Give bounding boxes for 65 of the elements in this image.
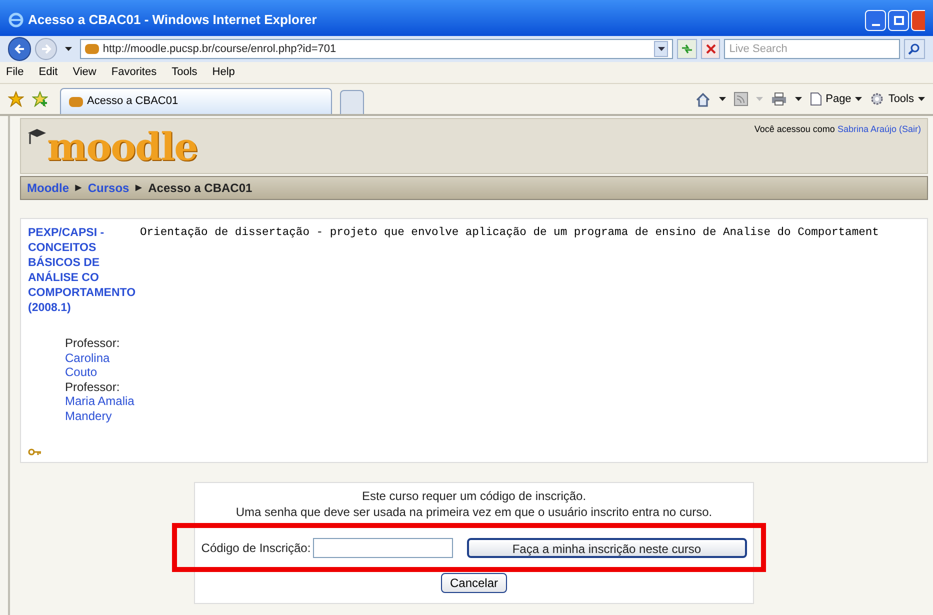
search-button[interactable] [904, 39, 925, 59]
dropdown-caret-icon[interactable] [794, 97, 802, 101]
close-button[interactable] [911, 10, 925, 30]
gear-icon [870, 92, 884, 106]
menu-item[interactable]: Edit [38, 64, 58, 81]
logout-link[interactable]: (Sair) [899, 124, 921, 134]
enrol-message-text: Este curso requer um código de inscrição. [362, 488, 586, 504]
breadcrumb-separator: ► [133, 180, 144, 196]
dropdown-caret-icon[interactable] [718, 97, 726, 101]
enrol-submit-button[interactable]: Faça a minha inscrição neste curso [466, 538, 747, 558]
breadcrumb-separator: ► [73, 180, 84, 196]
browser-icon [8, 12, 24, 28]
site-favicon [69, 96, 83, 106]
minimize-button[interactable] [865, 10, 886, 30]
course-name-link[interactable]: PEXP/CAPSI - CONCEITOS BÁSICOS DE ANÁLISE CO COMPORTAMENTO (2008.1) [28, 226, 138, 316]
course-summary-text: Orientação de dissertação - projeto que envolve aplicação de um programa de ensino de Analise do Comportament [140, 226, 879, 241]
menu-item[interactable]: Help [212, 64, 235, 81]
search-field[interactable]: Live Search [724, 39, 900, 59]
menu-item[interactable]: Favorites [111, 64, 157, 81]
breadcrumb-current: Acesso a CBAC01 [148, 180, 252, 197]
refresh-button[interactable] [677, 39, 697, 59]
user-link[interactable]: Sabrina Araújo [837, 124, 896, 134]
forward-arrow-icon [40, 43, 52, 55]
dropdown-caret-icon [918, 97, 925, 101]
address-field[interactable]: http://moodle.pucsp.br/course/enrol.php?id=701 [80, 39, 674, 59]
search-icon [908, 43, 920, 55]
browser-tab[interactable]: Acesso a CBAC01 [60, 88, 332, 114]
key-icon [28, 448, 42, 456]
menu-item[interactable]: View [72, 64, 96, 81]
cancel-button[interactable]: Cancelar [440, 573, 508, 593]
teacher-role-label: Professor: [65, 380, 121, 394]
home-icon[interactable] [694, 92, 711, 106]
url-text: http://moodle.pucsp.br/course/enrol.php?id=701 [102, 42, 338, 57]
teacher-name-link[interactable]: Maria Amalia Mandery [65, 394, 141, 423]
dropdown-caret-icon[interactable] [64, 47, 72, 51]
login-info-text: Você acessou como [754, 124, 836, 134]
dropdown-caret-icon [658, 47, 665, 51]
close-icon [706, 44, 716, 54]
moodle-logo: moodle [47, 125, 198, 169]
menu-item[interactable]: File [6, 64, 24, 81]
graduation-cap-icon [27, 127, 47, 147]
breadcrumb-link[interactable]: Moodle [27, 179, 69, 197]
breadcrumb-link[interactable]: Cursos [88, 179, 130, 197]
site-favicon [84, 44, 99, 54]
back-arrow-icon [14, 43, 26, 55]
dropdown-caret-icon [855, 97, 862, 101]
teacher-role-label: Professor: [65, 336, 121, 350]
enrol-code-label: Código de Inscrição: [201, 540, 311, 557]
star-plus-icon[interactable] [32, 91, 48, 107]
feed-icon[interactable] [734, 92, 748, 106]
enrol-code-field[interactable] [312, 538, 453, 558]
teacher-name-link[interactable]: Carolina Couto [65, 350, 141, 380]
stop-button[interactable] [700, 39, 720, 59]
printer-icon[interactable] [770, 92, 787, 106]
enrol-message-text: Uma senha que deve ser usada na primeira vez em que o usuário inscrito entra no curso. [236, 504, 712, 520]
window-title: Acesso a CBAC01 - Windows Internet Explorer [28, 11, 317, 30]
page-icon [810, 92, 822, 106]
back-button[interactable] [8, 37, 32, 61]
menu-item[interactable]: Tools [172, 64, 198, 81]
maximize-button[interactable] [888, 10, 909, 30]
tools-menu-button[interactable]: Tools [870, 90, 925, 108]
star-icon[interactable] [8, 91, 24, 107]
refresh-icon [681, 44, 693, 54]
page-menu-button[interactable]: Page [810, 90, 862, 108]
dropdown-button[interactable] [654, 41, 668, 57]
